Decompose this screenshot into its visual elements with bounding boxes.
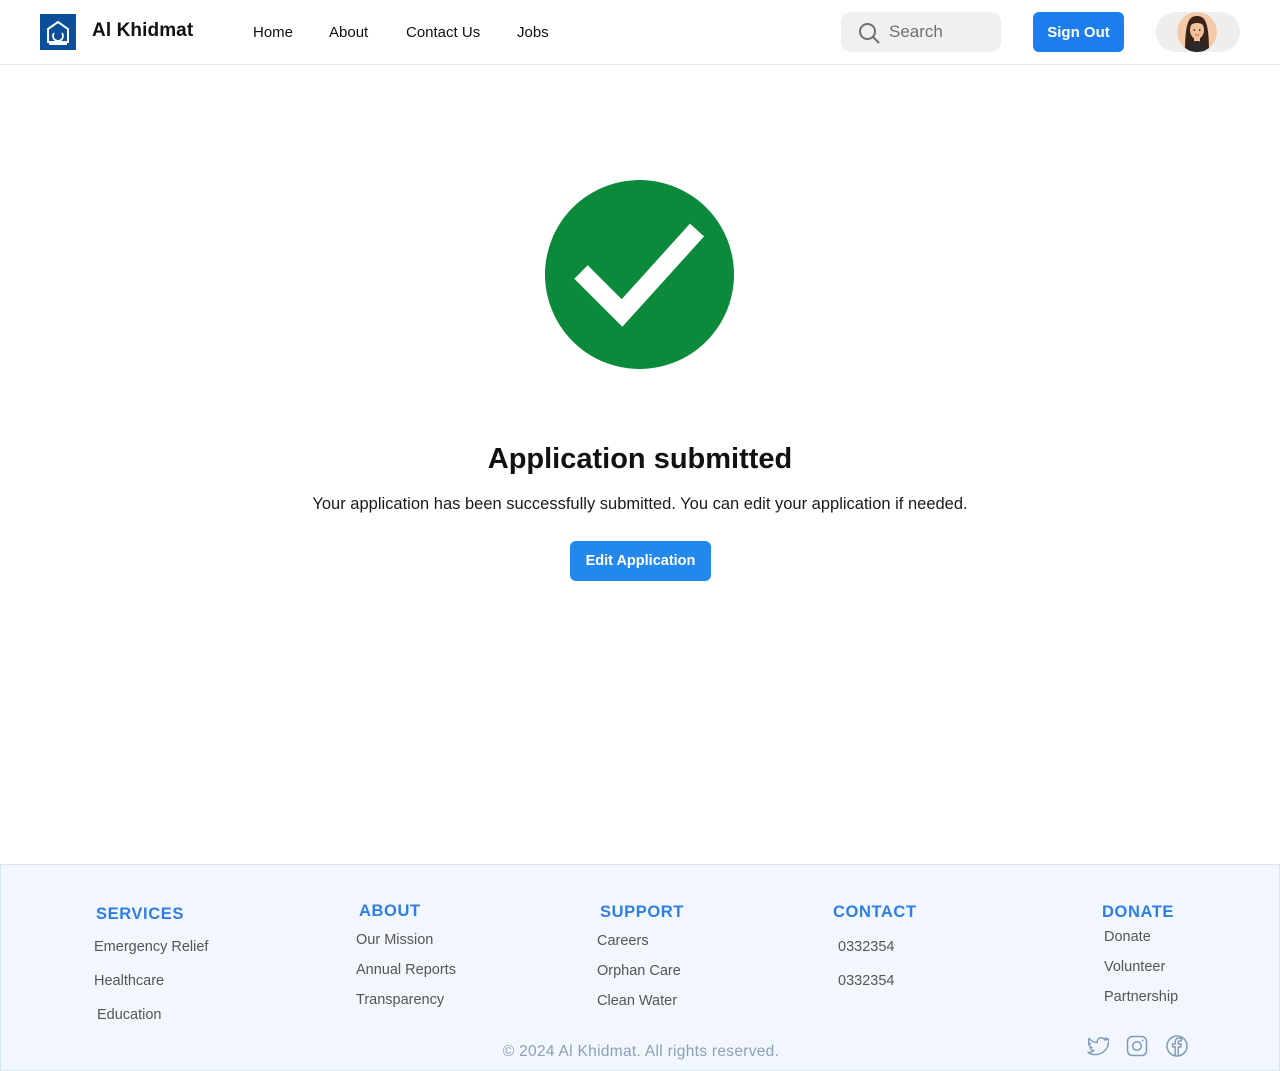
footer-link[interactable]: Donate [1104,929,1151,945]
profile-menu[interactable] [1156,12,1240,52]
top-navbar: Al Khidmat Home About Contact Us Jobs Si… [0,0,1280,65]
footer-phone[interactable]: 0332354 [838,973,894,989]
search-box[interactable] [841,12,1001,52]
footer-heading-donate: DONATE [1102,903,1175,921]
footer-link[interactable]: Healthcare [94,973,164,989]
brand-name[interactable]: Al Khidmat [92,20,193,42]
footer-link[interactable]: Clean Water [597,993,677,1009]
nav-home-link[interactable]: Home [253,24,293,41]
nav-contact-link[interactable]: Contact Us [406,24,480,41]
footer-link[interactable]: Transparency [356,992,444,1008]
site-footer: SERVICES Emergency Relief Healthcare Edu… [0,864,1280,1071]
alkhidmat-logo-icon[interactable] [40,14,76,50]
footer-link[interactable]: Orphan Care [597,963,681,979]
footer-link[interactable]: Annual Reports [356,962,456,978]
footer-link[interactable]: Emergency Relief [94,939,208,955]
instagram-icon[interactable] [1125,1034,1149,1058]
footer-heading-support: SUPPORT [600,903,684,921]
nav-about-link[interactable]: About [329,24,368,41]
footer-heading-contact: CONTACT [833,903,917,921]
status-message: Your application has been successfully s… [312,495,968,513]
footer-link[interactable]: Partnership [1104,989,1178,1005]
user-avatar[interactable] [1177,12,1217,52]
page-title: Application submitted [487,443,793,475]
search-icon [859,23,880,44]
footer-phone[interactable]: 0332354 [838,939,894,955]
nav-jobs-link[interactable]: Jobs [517,24,549,41]
footer-link[interactable]: Education [97,1007,162,1023]
footer-heading-about: ABOUT [359,902,421,920]
sign-out-button[interactable]: Sign Out [1033,12,1124,52]
facebook-icon[interactable] [1165,1034,1189,1058]
twitter-icon[interactable] [1085,1034,1109,1058]
footer-heading-services: SERVICES [96,905,184,923]
check-circle-icon [545,180,734,369]
edit-application-button[interactable]: Edit Application [570,541,711,581]
footer-link[interactable]: Volunteer [1104,959,1165,975]
footer-link[interactable]: Careers [597,933,649,949]
search-input[interactable] [889,20,994,44]
footer-link[interactable]: Our Mission [356,932,433,948]
